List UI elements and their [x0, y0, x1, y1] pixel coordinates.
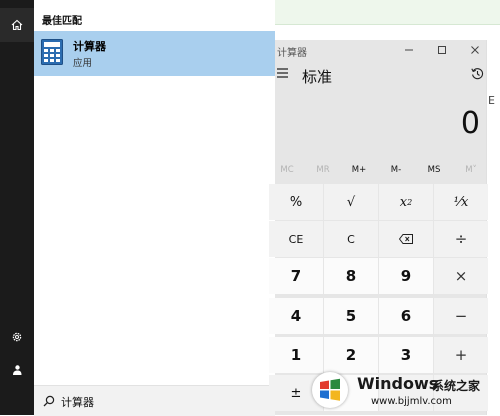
minimize-icon	[405, 49, 413, 51]
memory-list-button[interactable]: M˅	[458, 159, 484, 181]
settings-button[interactable]	[0, 320, 34, 354]
digit-1-key[interactable]: 1	[269, 337, 323, 373]
windows-logo-icon	[320, 378, 340, 401]
digit-2-key[interactable]: 2	[324, 337, 378, 373]
background-partial-text: E	[488, 94, 495, 107]
home-icon	[11, 19, 23, 31]
search-input[interactable]: 计算器	[61, 394, 94, 410]
gear-icon	[12, 332, 22, 342]
close-icon	[471, 46, 479, 54]
search-results-panel: 最佳匹配 计算器 应用	[34, 0, 275, 385]
memory-row: MC MR M+ M- MS M˅	[275, 159, 486, 181]
calculator-window: 计算器 标准 0 MC MR M+ M- MS M˅ % √ x2 ¹⁄x CE…	[269, 40, 488, 415]
start-menu-rail	[0, 0, 34, 415]
calculator-display: 0	[460, 106, 480, 141]
square-key[interactable]: x2	[379, 184, 433, 220]
calculator-mode-title: 标准	[302, 68, 333, 86]
history-icon[interactable]	[471, 67, 484, 80]
digit-9-key[interactable]: 9	[379, 258, 433, 294]
digit-5-key[interactable]: 5	[324, 298, 378, 334]
calculator-app-icon	[41, 39, 63, 65]
memory-store-button[interactable]: MS	[420, 159, 448, 181]
multiply-key[interactable]: ×	[434, 258, 488, 294]
subtract-key[interactable]: −	[434, 298, 488, 334]
memory-clear-button[interactable]: MC	[275, 159, 299, 181]
watermark-url: www.bjjmlv.com	[371, 396, 452, 407]
digit-7-key[interactable]: 7	[269, 258, 323, 294]
window-title: 计算器	[277, 48, 307, 59]
hamburger-menu-icon[interactable]	[276, 66, 290, 80]
calculator-titlebar[interactable]: 计算器	[275, 40, 486, 60]
square-key-exponent: 2	[407, 197, 413, 207]
close-button[interactable]	[459, 40, 491, 60]
sqrt-key[interactable]: √	[324, 184, 378, 220]
backspace-key[interactable]	[379, 221, 433, 257]
maximize-icon	[438, 46, 446, 54]
search-box[interactable]: 计算器	[34, 385, 275, 416]
clear-entry-key[interactable]: CE	[269, 221, 323, 257]
minimize-button[interactable]	[393, 40, 425, 60]
user-button[interactable]	[0, 353, 34, 387]
watermark-badge	[312, 372, 348, 408]
digit-4-key[interactable]: 4	[269, 298, 323, 334]
watermark-brand: Windows	[357, 374, 439, 393]
watermark-suffix: 系统之家	[432, 379, 481, 393]
memory-recall-button[interactable]: MR	[309, 159, 337, 181]
memory-subtract-button[interactable]: M-	[382, 159, 410, 181]
background-window-banner	[275, 0, 500, 25]
home-button[interactable]	[0, 8, 34, 42]
result-app-type: 应用	[73, 58, 93, 69]
reciprocal-key[interactable]: ¹⁄x	[434, 184, 488, 220]
memory-add-button[interactable]: M+	[345, 159, 373, 181]
result-app-name: 计算器	[73, 40, 106, 53]
best-match-heading: 最佳匹配	[42, 16, 82, 27]
percent-key[interactable]: %	[269, 184, 323, 220]
divide-key[interactable]: ÷	[434, 221, 488, 257]
digit-8-key[interactable]: 8	[324, 258, 378, 294]
digit-3-key[interactable]: 3	[379, 337, 433, 373]
add-key[interactable]: +	[434, 337, 488, 373]
search-icon	[43, 395, 55, 407]
user-icon	[13, 365, 22, 375]
digit-6-key[interactable]: 6	[379, 298, 433, 334]
clear-key[interactable]: C	[324, 221, 378, 257]
backspace-icon	[399, 234, 413, 244]
maximize-button[interactable]	[426, 40, 458, 60]
best-match-result[interactable]: 计算器 应用	[34, 31, 275, 76]
